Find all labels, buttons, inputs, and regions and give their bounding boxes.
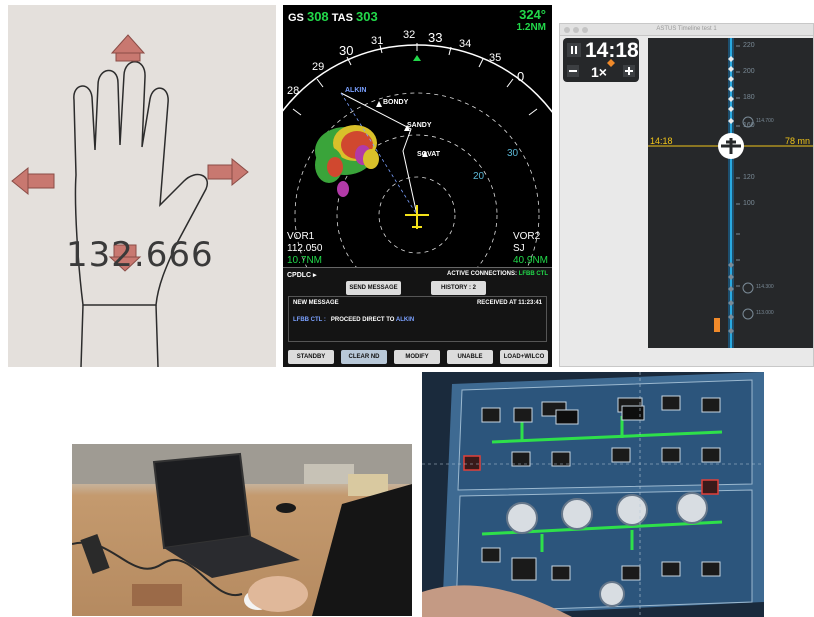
compass-label: 35 — [489, 52, 502, 64]
left-arrow-icon — [11, 166, 55, 196]
written-number: 132.666 — [66, 235, 214, 275]
clock-widget: 14:18 1× — [563, 38, 639, 82]
vor1-info: VOR1 112.050 10.7NM — [287, 231, 322, 267]
window-title: ASTUS Timeline test 1 — [656, 26, 717, 32]
compass-label: 0 — [517, 69, 525, 84]
playback-rate: 1× — [591, 64, 607, 80]
compass-label: 30 — [339, 43, 354, 58]
timeline-tick-label: 100 — [743, 200, 755, 207]
up-arrow-icon — [110, 34, 146, 62]
received-time: RECEIVED AT 11:23:41 — [476, 300, 542, 306]
timeline-tick-label: 120 — [743, 174, 755, 181]
compass-label: 31 — [371, 35, 384, 47]
compass-label: 33 — [428, 30, 443, 45]
heading-bug-icon — [413, 55, 421, 61]
overhead-panel-illustration — [422, 372, 764, 617]
message-text: PROCEED DIRECT TO — [330, 317, 395, 323]
frequency-label: 113.000 — [756, 310, 774, 316]
aircraft-symbol — [405, 205, 429, 229]
vor2-distance: 40.9NM — [512, 255, 548, 266]
send-message-button[interactable]: SEND MESSAGE — [346, 281, 401, 295]
timeline-tick-label: 220 — [743, 42, 755, 49]
eta-label: 78 mn — [784, 136, 810, 146]
compass-label: 32 — [403, 29, 416, 41]
cpdlc-panel: CPDLC ▸ ACTIVE CONNECTIONS: LFBB CTL SEN… — [283, 267, 552, 367]
waypoint-label: ALKIN — [345, 87, 367, 94]
timeline-tick-label: 160 — [743, 122, 755, 129]
frequency-label: 114.300 — [756, 284, 774, 290]
message-sender: LFBB CTL : — [293, 317, 326, 323]
lab-scene-illustration — [72, 444, 412, 616]
lab-setup-photo — [72, 444, 412, 616]
waypoint-label: SANDY — [407, 122, 432, 129]
vor1-distance: 10.7NM — [287, 255, 323, 266]
vor2-info: VOR2 SJ 40.9NM — [513, 231, 548, 267]
clear-nd-button[interactable]: CLEAR ND — [341, 350, 387, 364]
timeline-panel: 220 200 180 160 120 100 114.700 114.300 … — [648, 38, 813, 348]
compass-label: 29 — [312, 61, 325, 73]
current-time-label: 14:18 — [650, 136, 673, 146]
vor2-ident: SJ — [512, 243, 525, 254]
frequency-label: 114.700 — [756, 118, 774, 124]
range-ring-label: 20 — [473, 171, 485, 182]
window-titlebar: ASTUS Timeline test 1 — [560, 24, 813, 36]
compass-label: 34 — [459, 38, 472, 50]
hand-sketch-photo: 132.666 — [8, 5, 276, 367]
modify-button[interactable]: MODIFY — [394, 350, 440, 364]
load-wilco-button[interactable]: LOAD+WILCO — [500, 350, 548, 364]
vor1-frequency: 112.050 — [287, 243, 323, 254]
pause-icon[interactable] — [567, 43, 581, 57]
vor2-label: VOR2 — [512, 231, 541, 242]
new-message-label: NEW MESSAGE — [293, 300, 339, 306]
waypoint-label: SOVAT — [417, 151, 441, 158]
navigation-display: GS 308 TAS 303 324° 1.2NM 28 29 30 31 32… — [283, 5, 552, 367]
message-target: ALKIN — [395, 317, 415, 323]
timeline-tick-label: 180 — [743, 94, 755, 101]
weather-radar-cell — [315, 125, 379, 197]
standby-button[interactable]: STANDBY — [288, 350, 334, 364]
active-connections-label: ACTIVE CONNECTIONS: — [446, 271, 517, 277]
hand-outline-drawing — [11, 34, 249, 367]
timeline-tick-label: 200 — [743, 68, 755, 75]
compass-rose — [283, 43, 552, 267]
cpdlc-title: CPDLC ▸ — [287, 272, 317, 279]
compass-label: 28 — [287, 85, 300, 97]
minus-icon[interactable] — [567, 65, 579, 77]
waypoint-label: BONDY — [383, 99, 409, 106]
plus-icon[interactable] — [623, 65, 635, 77]
timeline-axis — [648, 38, 813, 348]
right-arrow-icon — [207, 157, 249, 187]
overhead-panel-photo — [422, 372, 764, 617]
range-ring-label: 30 — [507, 148, 519, 159]
active-connections-value: LFBB CTL — [518, 271, 548, 277]
vor1-label: VOR1 — [287, 231, 315, 242]
unable-button[interactable]: UNABLE — [447, 350, 493, 364]
timeline-window: ASTUS Timeline test 1 14:18 1× 220 200 1… — [559, 23, 814, 367]
message-line: LFBB CTL : PROCEED DIRECT TO ALKIN — [293, 317, 414, 323]
active-connections: ACTIVE CONNECTIONS: LFBB CTL — [447, 271, 548, 277]
history-button[interactable]: HISTORY : 2 — [431, 281, 486, 295]
time-cursor-icon — [607, 59, 615, 67]
message-box: NEW MESSAGE RECEIVED AT 11:23:41 LFBB CT… — [288, 296, 547, 342]
laptop-screen — [152, 452, 252, 550]
